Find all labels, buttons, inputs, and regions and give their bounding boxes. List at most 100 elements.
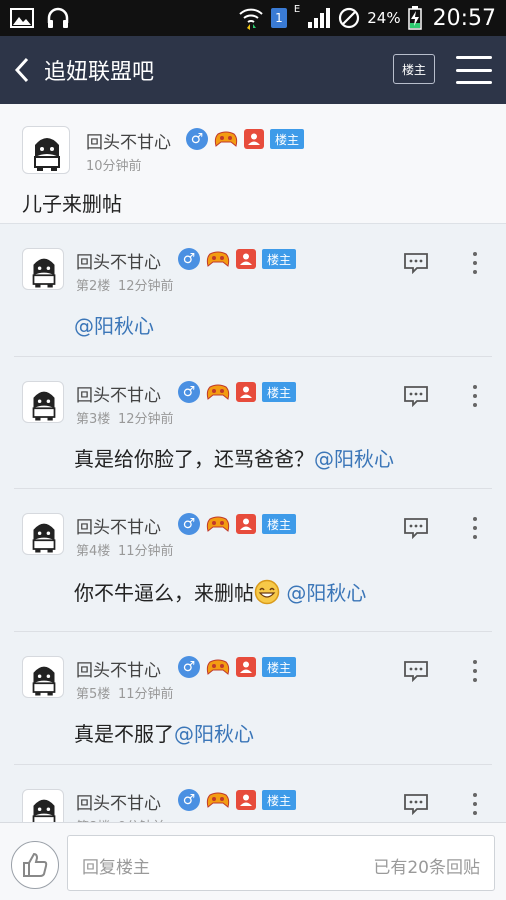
avatar[interactable] (22, 656, 64, 698)
battery-charging-icon (407, 6, 422, 30)
network-type: E (293, 3, 301, 15)
post-content: 儿子来删帖 (22, 192, 122, 216)
user-icon (236, 790, 256, 810)
username[interactable]: 回头不甘心 (76, 513, 161, 538)
reply-content: 真是不服了@阳秋心 (74, 718, 254, 747)
badges: ♂ 楼主 (178, 656, 297, 678)
more-options-icon[interactable] (470, 517, 480, 539)
avatar[interactable] (22, 513, 64, 555)
mention-link[interactable]: @阳秋心 (314, 447, 394, 471)
panda-avatar-icon (32, 666, 56, 696)
battery-percent: 24% (367, 9, 401, 27)
gamepad-icon (206, 381, 230, 403)
status-bar: 1 E 24% 20:57 (0, 0, 506, 36)
username[interactable]: 回头不甘心 (86, 128, 171, 153)
signal-icon (308, 8, 331, 28)
reply-text: 真是给你脸了，还骂爸爸？ (74, 447, 314, 471)
user-icon (236, 657, 256, 677)
back-arrow-icon (14, 57, 29, 83)
mention-link[interactable]: @阳秋心 (286, 581, 366, 605)
reply-input[interactable]: 回复楼主 已有20条回贴 (67, 835, 495, 891)
panda-avatar-icon (32, 258, 56, 288)
badges: ♂ 楼主 (178, 513, 297, 535)
mention-link[interactable]: @阳秋心 (174, 722, 254, 746)
louzhu-badge: 楼主 (262, 790, 297, 810)
reply-item[interactable]: 回头不甘心♂楼主第8楼9分钟前 (0, 765, 506, 835)
panda-avatar-icon (32, 523, 56, 553)
panda-avatar-icon (32, 391, 56, 421)
gamepad-icon (206, 656, 230, 678)
gamepad-icon (206, 513, 230, 535)
louzhu-badge: 楼主 (270, 129, 305, 149)
sim-icon: 1 (270, 8, 287, 28)
grin-emoji-icon (254, 579, 280, 605)
no-disturb-icon (339, 7, 360, 29)
panda-avatar-icon (34, 138, 60, 171)
avatar[interactable] (22, 381, 64, 423)
louzhu-badge: 楼主 (262, 657, 297, 677)
comment-icon[interactable] (403, 252, 429, 275)
reply-item[interactable]: 回头不甘心 ♂ 楼主 第5楼 11分钟前 真是不服了@阳秋心 (0, 632, 506, 765)
comment-icon[interactable] (403, 517, 429, 540)
louzhu-badge: 楼主 (262, 249, 297, 269)
floor-number: 第4楼 (76, 544, 111, 559)
like-button[interactable] (11, 841, 59, 889)
gamepad-icon (206, 248, 230, 270)
male-icon: ♂ (178, 789, 200, 811)
reply-time: 12分钟前 (118, 279, 174, 294)
reply-count: 已有20条回贴 (373, 858, 480, 878)
reply-text: 你不牛逼么，来删帖 (74, 581, 254, 605)
forum-title: 追妞联盟吧 (44, 60, 155, 85)
floor-number: 第3楼 (76, 412, 111, 427)
more-options-icon[interactable] (470, 793, 480, 815)
badges: ♂ 楼主 (178, 381, 297, 403)
male-icon: ♂ (178, 248, 200, 270)
more-options-icon[interactable] (470, 252, 480, 274)
reply-content: 你不牛逼么，来删帖 @阳秋心 (74, 577, 366, 606)
reply-item[interactable]: 回头不甘心 ♂ 楼主第4楼 11分钟前你不牛逼么，来删帖 @阳秋心 (0, 489, 506, 632)
avatar[interactable] (22, 248, 64, 290)
comment-icon[interactable] (403, 793, 429, 816)
avatar[interactable] (22, 126, 70, 174)
reply-content: @阳秋心 (74, 310, 154, 339)
reply-time: 11分钟前 (118, 687, 174, 702)
user-icon (236, 249, 256, 269)
floor-number: 第2楼 (76, 279, 111, 294)
louzhu-only-button[interactable]: 楼主 (393, 54, 435, 84)
reply-item[interactable]: 回头不甘心 ♂ 楼主第2楼 12分钟前 @阳秋心 (0, 224, 506, 357)
mention-link[interactable]: @阳秋心 (74, 314, 154, 338)
user-icon (236, 382, 256, 402)
male-icon: ♂ (178, 513, 200, 535)
reply-time: 11分钟前 (118, 544, 174, 559)
back-button[interactable] (0, 36, 44, 104)
username[interactable]: 回头不甘心 (76, 381, 161, 406)
male-icon: ♂ (186, 128, 208, 150)
wifi-icon (239, 8, 263, 30)
reply-placeholder: 回复楼主 (82, 858, 150, 878)
gamepad-icon (206, 789, 230, 811)
username[interactable]: 回头不甘心 (76, 656, 161, 681)
clock: 20:57 (432, 5, 496, 31)
user-icon (236, 514, 256, 534)
username[interactable]: 回头不甘心 (76, 248, 161, 273)
nav-bar: 追妞联盟吧 楼主 (0, 36, 506, 104)
main-post: 回头不甘心 ♂ 楼主 10分钟前 儿子来删帖 (0, 104, 506, 224)
badges: ♂ 楼主 (178, 789, 297, 811)
more-options-icon[interactable] (470, 385, 480, 407)
more-options-icon[interactable] (470, 660, 480, 682)
male-icon: ♂ (178, 656, 200, 678)
louzhu-badge: 楼主 (262, 382, 297, 402)
bottom-bar: 回复楼主 已有20条回贴 (0, 822, 506, 900)
reply-content: 真是给你脸了，还骂爸爸？@阳秋心 (74, 443, 394, 472)
comment-icon[interactable] (403, 660, 429, 683)
comment-icon[interactable] (403, 385, 429, 408)
menu-icon[interactable] (456, 56, 492, 84)
reply-time: 12分钟前 (118, 412, 174, 427)
gamepad-icon (214, 128, 238, 150)
male-icon: ♂ (178, 381, 200, 403)
username[interactable]: 回头不甘心 (76, 789, 161, 814)
post-time: 10分钟前 (86, 159, 142, 174)
thumbs-up-icon (23, 852, 48, 877)
reply-text: 真是不服了 (74, 722, 174, 746)
reply-item[interactable]: 回头不甘心 ♂ 楼主第3楼 12分钟前真是给你脸了，还骂爸爸？@阳秋心 (0, 357, 506, 489)
